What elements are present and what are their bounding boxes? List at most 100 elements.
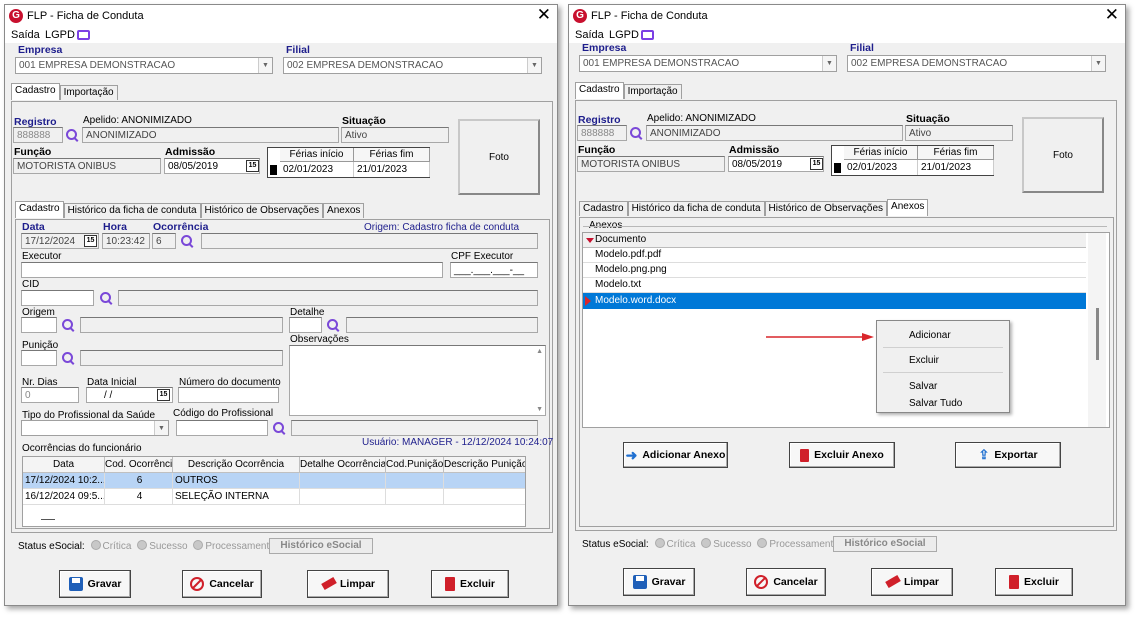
gravar-button[interactable]: Gravar <box>59 570 131 598</box>
tab-anexos[interactable]: Anexos <box>887 199 929 216</box>
title-bar: G FLP - Ficha de Conduta ✕ <box>569 5 1125 27</box>
col-header[interactable]: Detalhe Ocorrência <box>300 457 386 473</box>
radio-critica[interactable]: Crítica <box>90 540 131 552</box>
tab-cadastro[interactable]: Cadastro <box>575 82 624 99</box>
registro-field[interactable]: 888888 <box>577 125 627 141</box>
table-row[interactable]: 17/12/2024 10:2... 6 OUTROS <box>23 473 525 489</box>
codigo-profissional-field[interactable] <box>176 420 268 436</box>
limpar-button[interactable]: Limpar <box>871 568 953 596</box>
tab-anexos[interactable]: Anexos <box>323 203 365 218</box>
calendar-icon[interactable]: 15 <box>157 389 170 401</box>
registro-field[interactable]: 888888 <box>13 127 63 143</box>
historico-esocial-button[interactable]: Histórico eSocial <box>269 538 373 554</box>
menu-saida[interactable]: Saída <box>575 29 604 41</box>
tipo-profissional-select[interactable]: ▼ <box>21 420 169 436</box>
column-header-documento[interactable]: Documento <box>583 233 1086 248</box>
scrollbar-thumb[interactable] <box>1096 308 1099 360</box>
foto-box[interactable]: Foto <box>458 119 540 195</box>
cancelar-button[interactable]: Cancelar <box>746 568 826 596</box>
hora-field[interactable]: 10:23:42 <box>102 233 150 249</box>
context-menu-salvar[interactable]: Salvar <box>909 381 937 392</box>
tab-cadastro-sub[interactable]: Cadastro <box>15 201 64 218</box>
tab-historico-ficha[interactable]: Histórico da ficha de conduta <box>627 201 765 216</box>
ocorrencia-field[interactable]: 6 <box>152 233 176 249</box>
calendar-icon[interactable]: 15 <box>84 235 97 247</box>
search-icon[interactable] <box>327 319 340 332</box>
table-row[interactable]: 16/12/2024 09:5... 4 SELEÇÃO INTERNA <box>23 489 525 505</box>
search-icon[interactable] <box>100 292 113 305</box>
context-menu-excluir[interactable]: Excluir <box>909 355 939 366</box>
limpar-button[interactable]: Limpar <box>307 570 389 598</box>
radio-processamento[interactable]: Processamento <box>757 538 839 550</box>
tab-historico-ficha[interactable]: Histórico da ficha de conduta <box>63 203 201 218</box>
gravar-button[interactable]: Gravar <box>623 568 695 596</box>
radio-sucesso[interactable]: Sucesso <box>701 538 752 550</box>
menu-lgpd[interactable]: LGPD <box>45 29 75 41</box>
cell: 16/12/2024 09:5... <box>23 489 105 505</box>
search-icon[interactable] <box>630 127 643 140</box>
menu-separator <box>883 347 1003 348</box>
excluir-anexo-button[interactable]: Excluir Anexo <box>789 442 895 468</box>
list-item[interactable]: Modelo.png.png <box>583 263 1086 278</box>
list-item-selected[interactable]: Modelo.word.docx <box>583 293 1086 309</box>
search-icon[interactable] <box>66 129 79 142</box>
observacoes-textarea[interactable]: ▲ ▼ <box>289 345 546 416</box>
menu-saida[interactable]: Saída <box>11 29 40 41</box>
search-icon[interactable] <box>62 352 75 365</box>
list-item[interactable]: Modelo.pdf.pdf <box>583 248 1086 263</box>
executor-field[interactable] <box>21 262 443 278</box>
row-pointer-icon <box>585 296 591 306</box>
empresa-select[interactable]: 001 EMPRESA DEMONSTRACAO ▼ <box>15 57 273 74</box>
search-icon[interactable] <box>62 319 75 332</box>
tab-cadastro-sub[interactable]: Cadastro <box>579 201 628 216</box>
menu-lgpd[interactable]: LGPD <box>609 29 639 41</box>
tab-historico-obs[interactable]: Histórico de Observações <box>200 203 324 218</box>
scroll-down-icon[interactable]: ▼ <box>536 406 543 413</box>
origem-field[interactable] <box>21 317 57 333</box>
cid-field[interactable] <box>21 290 94 306</box>
tab-importacao[interactable]: Importação <box>59 85 118 100</box>
col-header[interactable]: Descrição Punição <box>444 457 525 473</box>
historico-esocial-button[interactable]: Histórico eSocial <box>833 536 937 552</box>
context-menu-salvar-tudo[interactable]: Salvar Tudo <box>909 398 962 409</box>
chat-icon[interactable] <box>641 30 654 40</box>
chevron-down-icon: ▼ <box>1091 56 1105 71</box>
col-header[interactable]: Cod. Ocorrência <box>105 457 173 473</box>
cancelar-button[interactable]: Cancelar <box>182 570 262 598</box>
origem-desc-field <box>80 317 283 333</box>
radio-critica[interactable]: Crítica <box>654 538 695 550</box>
col-header[interactable]: Descrição Ocorrência <box>173 457 300 473</box>
excluir-button[interactable]: Excluir <box>995 568 1073 596</box>
main-tabs: Cadastro Importação <box>575 82 682 99</box>
punicao-field[interactable] <box>21 350 57 366</box>
scroll-up-icon[interactable]: ▲ <box>536 348 543 355</box>
radio-processamento[interactable]: Processamento <box>193 540 275 552</box>
exportar-button[interactable]: ⇪ Exportar <box>955 442 1061 468</box>
detalhe-field[interactable] <box>289 317 322 333</box>
filial-select[interactable]: 002 EMPRESA DEMONSTRACAO ▼ <box>847 55 1106 72</box>
close-icon[interactable]: ✕ <box>537 6 551 24</box>
chat-icon[interactable] <box>77 30 90 40</box>
calendar-icon[interactable]: 15 <box>810 158 823 170</box>
calendar-icon[interactable]: 15 <box>246 160 259 172</box>
col-header[interactable]: Data <box>23 457 105 473</box>
tab-importacao[interactable]: Importação <box>623 84 682 99</box>
search-icon[interactable] <box>273 422 286 435</box>
excluir-button[interactable]: Excluir <box>431 570 509 598</box>
foto-box[interactable]: Foto <box>1022 117 1104 193</box>
adicionar-anexo-button[interactable]: ➜ Adicionar Anexo <box>623 442 728 468</box>
radio-sucesso[interactable]: Sucesso <box>137 540 188 552</box>
tab-cadastro[interactable]: Cadastro <box>11 83 60 100</box>
context-menu-adicionar[interactable]: Adicionar <box>909 330 951 341</box>
close-icon[interactable]: ✕ <box>1105 6 1119 24</box>
scrollbar[interactable] <box>1088 233 1106 427</box>
cpf-executor-field[interactable]: ___.___.___-__ <box>450 262 538 278</box>
filial-select[interactable]: 002 EMPRESA DEMONSTRACAO ▼ <box>283 57 542 74</box>
search-icon[interactable] <box>181 235 194 248</box>
nr-dias-field[interactable]: 0 <box>21 387 79 403</box>
col-header[interactable]: Cod.Punição <box>386 457 444 473</box>
numero-documento-field[interactable] <box>178 387 279 403</box>
list-item[interactable]: Modelo.txt <box>583 278 1086 293</box>
tab-historico-obs[interactable]: Histórico de Observações <box>764 201 888 216</box>
empresa-select[interactable]: 001 EMPRESA DEMONSTRACAO ▼ <box>579 55 837 72</box>
